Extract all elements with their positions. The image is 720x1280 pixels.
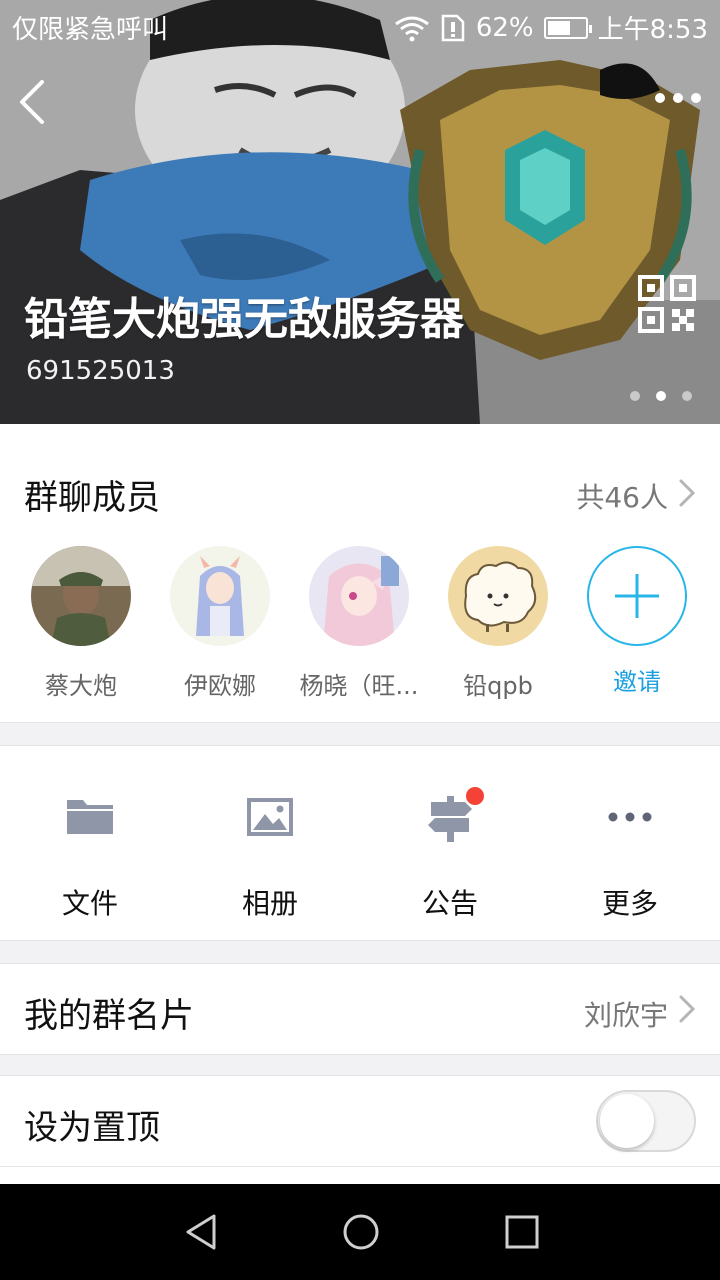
chevron-right-icon [679, 479, 696, 507]
invite-item[interactable]: 邀请 [567, 546, 707, 697]
add-member-icon[interactable] [587, 546, 687, 646]
member-name: 伊欧娜 [184, 672, 256, 700]
invite-label: 邀请 [613, 668, 661, 696]
group-actions: 文件 相册 公告 更多 [0, 746, 720, 940]
nav-back-icon[interactable] [182, 1212, 222, 1252]
files-label: 文件 [61, 887, 118, 920]
banner-page-indicator [630, 391, 692, 401]
pin-to-top-label: 设为置顶 [24, 1108, 160, 1148]
pin-to-top-row: 设为置顶 [0, 1076, 720, 1166]
member-item[interactable]: 铅qpb [428, 546, 568, 701]
status-bar: 仅限紧急呼叫 62% 上午8:53 [0, 0, 720, 52]
members-title: 群聊成员 [24, 478, 160, 518]
my-group-card-value: 刘欣宇 [583, 999, 668, 1032]
avatar [170, 546, 270, 646]
page-dot-active [656, 391, 666, 401]
members-count: 共46人 [576, 481, 668, 514]
battery-percent: 62% [475, 12, 534, 43]
avatar [31, 546, 131, 646]
announcement-label: 公告 [421, 887, 478, 920]
files-button[interactable]: 文件 [0, 746, 180, 940]
system-nav-bar [0, 1184, 720, 1280]
nav-home-icon[interactable] [341, 1212, 381, 1252]
avatar [448, 546, 548, 646]
group-header-banner[interactable]: 仅限紧急呼叫 62% 上午8:53 铅笔大炮强无敌服务器 691525013 [0, 0, 720, 424]
member-item[interactable]: 蔡大炮 [11, 546, 151, 701]
member-name: 蔡大炮 [45, 672, 117, 700]
pin-to-top-toggle[interactable] [596, 1090, 696, 1152]
clock: 上午8:53 [597, 15, 708, 45]
my-group-card-label: 我的群名片 [24, 996, 194, 1036]
members-header[interactable]: 群聊成员 共46人 [0, 460, 720, 522]
more-label: 更多 [601, 887, 658, 920]
member-item[interactable]: 伊欧娜 [150, 546, 290, 701]
album-button[interactable]: 相册 [180, 746, 360, 940]
announcement-button[interactable]: 公告 [360, 746, 540, 940]
my-group-card-row[interactable]: 我的群名片 刘欣宇 [0, 964, 720, 1054]
section-divider [0, 940, 720, 964]
member-item[interactable]: 杨晓（旺... [289, 546, 429, 701]
member-name: 杨晓（旺... [299, 672, 419, 700]
sim-alert-icon [441, 14, 465, 41]
chevron-right-icon [679, 995, 696, 1023]
nav-recents-icon[interactable] [502, 1212, 542, 1252]
group-id: 691525013 [26, 356, 175, 386]
battery-fill [547, 20, 570, 35]
more-dots-icon [608, 812, 652, 822]
back-arrow-icon[interactable] [16, 78, 48, 126]
section-divider [0, 1054, 720, 1076]
member-list: 蔡大炮 伊欧娜 杨晓（旺... 铅qpb 邀请 [0, 546, 720, 706]
member-name: 铅qpb [463, 672, 533, 700]
carrier-text: 仅限紧急呼叫 [12, 15, 169, 45]
toggle-knob [600, 1094, 654, 1148]
image-icon [247, 798, 293, 836]
qr-code-icon[interactable] [638, 275, 696, 333]
next-row-partial [0, 1166, 720, 1184]
more-options-icon[interactable] [654, 90, 702, 106]
group-name: 铅笔大炮强无敌服务器 [24, 294, 464, 345]
section-divider [0, 722, 720, 746]
notification-badge [466, 787, 484, 805]
folder-icon [67, 800, 113, 834]
wifi-icon [394, 16, 429, 41]
more-button[interactable]: 更多 [540, 746, 720, 940]
avatar [309, 546, 409, 646]
page-dot [682, 391, 692, 401]
album-label: 相册 [241, 887, 298, 920]
battery-icon [543, 16, 592, 39]
page-dot [630, 391, 640, 401]
